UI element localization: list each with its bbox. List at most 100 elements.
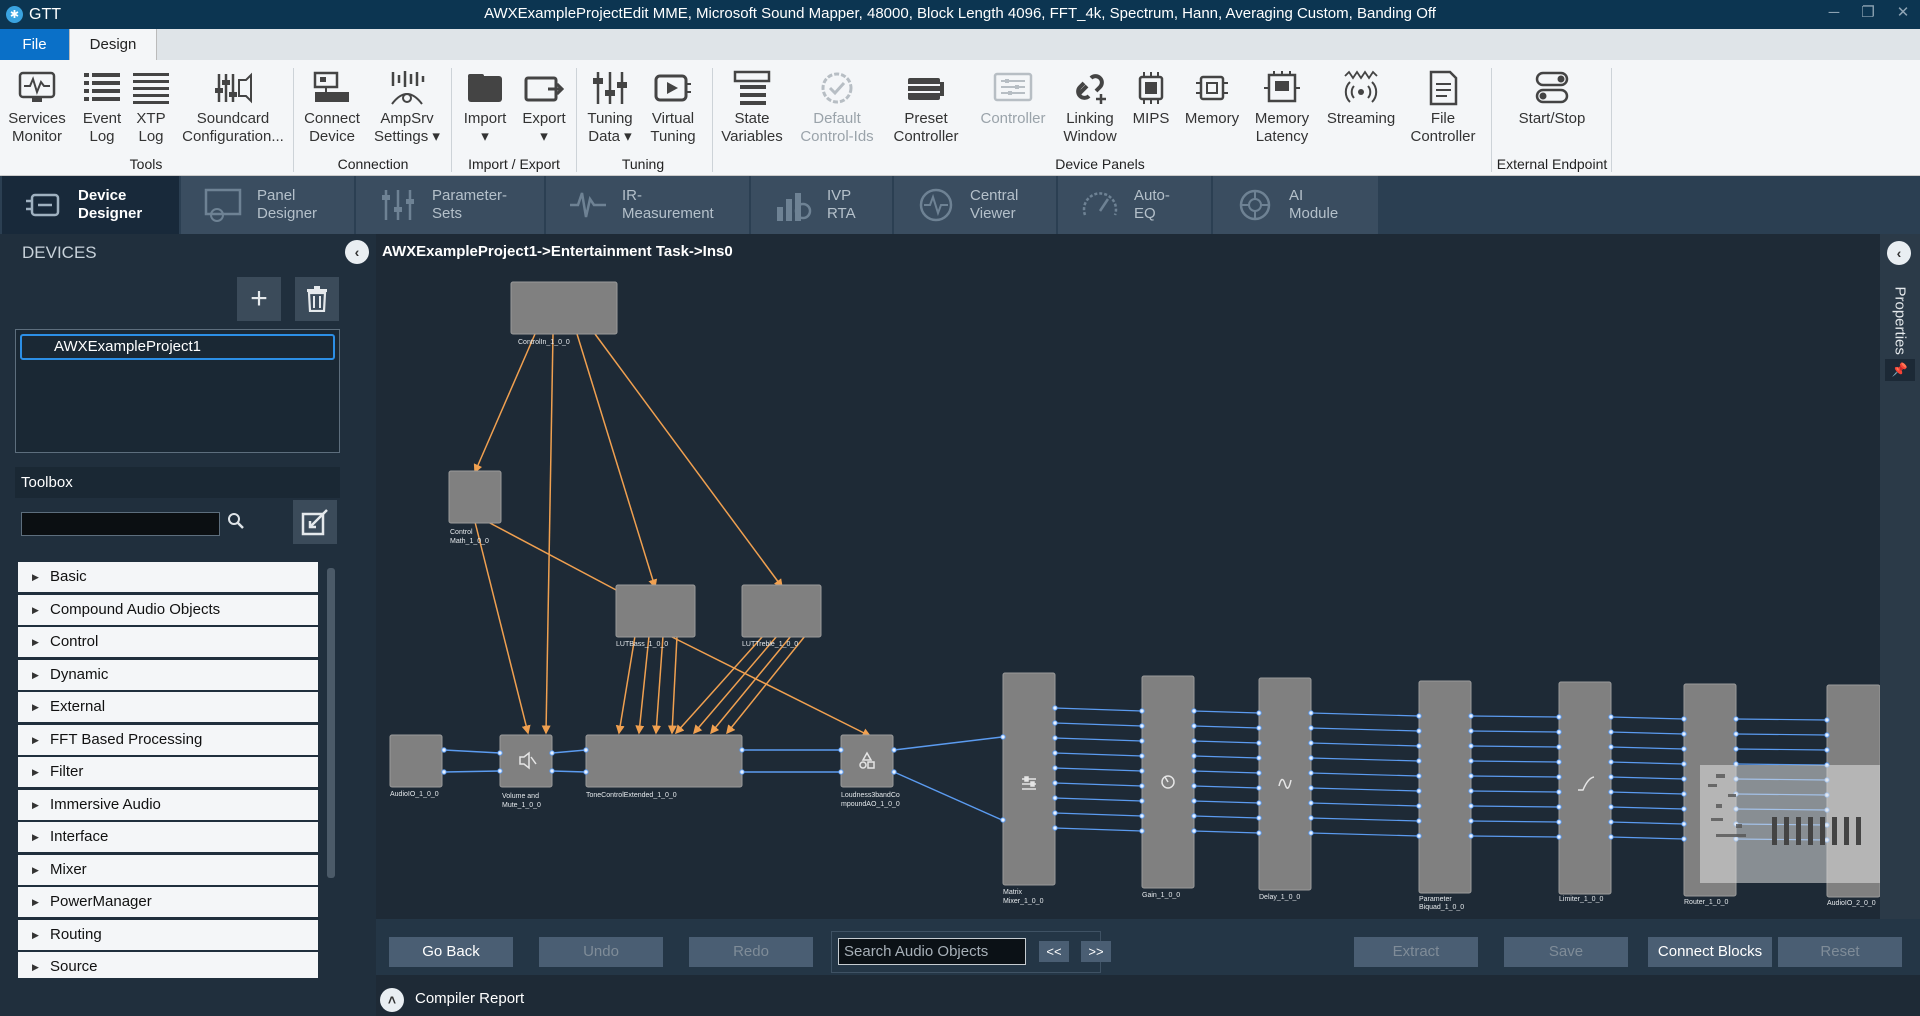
pin[interactable] — [1139, 828, 1145, 834]
pin[interactable] — [1681, 716, 1687, 722]
linking-window-button[interactable]: Linking Window — [1060, 64, 1120, 162]
collapse-devices-button[interactable]: ‹ — [345, 240, 369, 264]
block-controlin[interactable] — [510, 281, 618, 335]
pin[interactable] — [1468, 788, 1474, 794]
pin[interactable] — [441, 769, 447, 775]
reset-button[interactable]: Reset — [1778, 937, 1902, 967]
preset-controller-button[interactable]: Preset Controller — [889, 64, 963, 162]
tab-auto-eq[interactable]: Auto- EQ — [1058, 176, 1211, 234]
pin[interactable] — [1139, 798, 1145, 804]
search-prev-button[interactable]: << — [1039, 941, 1069, 962]
pin[interactable] — [1468, 743, 1474, 749]
pin[interactable] — [1824, 747, 1830, 753]
pin[interactable] — [1556, 774, 1562, 780]
tab-parameter-sets[interactable]: Parameter- Sets — [356, 176, 544, 234]
pin[interactable] — [1256, 785, 1262, 791]
compiler-report-label[interactable]: Compiler Report — [415, 990, 524, 1007]
pin[interactable] — [1256, 800, 1262, 806]
pin[interactable] — [1308, 725, 1314, 731]
xtp-log-button[interactable]: XTP Log — [128, 64, 174, 162]
pin[interactable] — [1256, 815, 1262, 821]
pin[interactable] — [1556, 744, 1562, 750]
pin[interactable] — [1681, 821, 1687, 827]
pin[interactable] — [838, 747, 844, 753]
services-monitor-button[interactable]: Services Monitor — [5, 64, 69, 162]
file-controller-button[interactable]: File Controller — [1408, 64, 1478, 162]
pin[interactable] — [1416, 788, 1422, 794]
pin[interactable] — [1191, 798, 1197, 804]
pin[interactable] — [1052, 795, 1058, 801]
pin[interactable] — [891, 769, 897, 775]
default-control-ids-button[interactable]: Default Control-Ids — [795, 64, 879, 162]
pin[interactable] — [1191, 828, 1197, 834]
pin[interactable] — [1416, 818, 1422, 824]
pin[interactable] — [1308, 740, 1314, 746]
pin[interactable] — [1191, 768, 1197, 774]
pin[interactable] — [1416, 743, 1422, 749]
pin[interactable] — [1468, 818, 1474, 824]
go-back-button[interactable]: Go Back — [389, 937, 513, 967]
pin[interactable] — [1681, 761, 1687, 767]
delete-device-button[interactable] — [295, 277, 339, 321]
pin[interactable] — [1052, 750, 1058, 756]
pin[interactable] — [1139, 723, 1145, 729]
search-next-button[interactable]: >> — [1081, 941, 1111, 962]
pin[interactable] — [1256, 740, 1262, 746]
pin[interactable] — [1468, 713, 1474, 719]
expand-properties-button[interactable]: ‹ — [1887, 241, 1911, 265]
pin[interactable] — [497, 768, 503, 774]
block-luttreble[interactable] — [741, 584, 822, 638]
tab-file[interactable]: File — [0, 29, 69, 60]
start-stop-button[interactable]: Start/Stop — [1507, 64, 1597, 162]
toolbox-category-external[interactable]: ▶ External — [18, 692, 318, 722]
pin[interactable] — [1556, 759, 1562, 765]
toolbox-category-source[interactable]: ▶ Source — [18, 952, 318, 978]
toolbox-category-filter[interactable]: ▶ Filter — [18, 757, 318, 787]
pin[interactable] — [583, 769, 589, 775]
memory-latency-button[interactable]: Memory Latency — [1250, 64, 1314, 162]
pin[interactable] — [1052, 765, 1058, 771]
pin[interactable] — [583, 747, 589, 753]
close-button[interactable]: ✕ — [1890, 2, 1916, 24]
pin[interactable] — [1052, 810, 1058, 816]
toolbox-category-dynamic[interactable]: ▶ Dynamic — [18, 660, 318, 690]
tab-ai-module[interactable]: AI Module — [1213, 176, 1378, 234]
pin[interactable] — [1191, 723, 1197, 729]
expand-compiler-report-button[interactable]: ˄ — [380, 988, 404, 1012]
pin[interactable] — [1608, 804, 1614, 810]
toolbox-category-immersive-audio[interactable]: ▶ Immersive Audio — [18, 790, 318, 820]
connect-blocks-button[interactable]: Connect Blocks — [1648, 937, 1772, 967]
properties-label[interactable]: Properties — [1892, 287, 1909, 355]
pin[interactable] — [1468, 758, 1474, 764]
pin[interactable] — [1608, 714, 1614, 720]
pin[interactable] — [1052, 705, 1058, 711]
pin[interactable] — [1556, 834, 1562, 840]
pin[interactable] — [1556, 804, 1562, 810]
pin[interactable] — [1608, 834, 1614, 840]
pin[interactable] — [1681, 731, 1687, 737]
pin[interactable] — [1139, 738, 1145, 744]
toolbox-scrollbar[interactable] — [327, 568, 335, 878]
pin[interactable] — [1139, 708, 1145, 714]
toolbox-search-input[interactable] — [21, 512, 220, 536]
pin[interactable] — [1681, 746, 1687, 752]
pin[interactable] — [1608, 789, 1614, 795]
pin[interactable] — [1139, 783, 1145, 789]
pin[interactable] — [739, 747, 745, 753]
ampsrv-settings-button[interactable]: AmpSrv Settings ▾ — [371, 64, 443, 162]
pin[interactable] — [1139, 813, 1145, 819]
pin[interactable] — [1256, 755, 1262, 761]
pin[interactable] — [1608, 819, 1614, 825]
pin[interactable] — [1416, 833, 1422, 839]
tab-device-designer[interactable]: Device Designer — [2, 176, 179, 234]
state-variables-button[interactable]: State Variables — [718, 64, 786, 162]
redo-button[interactable]: Redo — [689, 937, 813, 967]
tab-central-viewer[interactable]: Central Viewer — [894, 176, 1056, 234]
block-lutbass[interactable] — [615, 584, 696, 638]
pin[interactable] — [838, 769, 844, 775]
pin[interactable] — [1139, 753, 1145, 759]
pin[interactable] — [1681, 806, 1687, 812]
pin[interactable] — [497, 750, 503, 756]
tab-panel-designer[interactable]: Panel Designer — [181, 176, 354, 234]
pin[interactable] — [1308, 770, 1314, 776]
